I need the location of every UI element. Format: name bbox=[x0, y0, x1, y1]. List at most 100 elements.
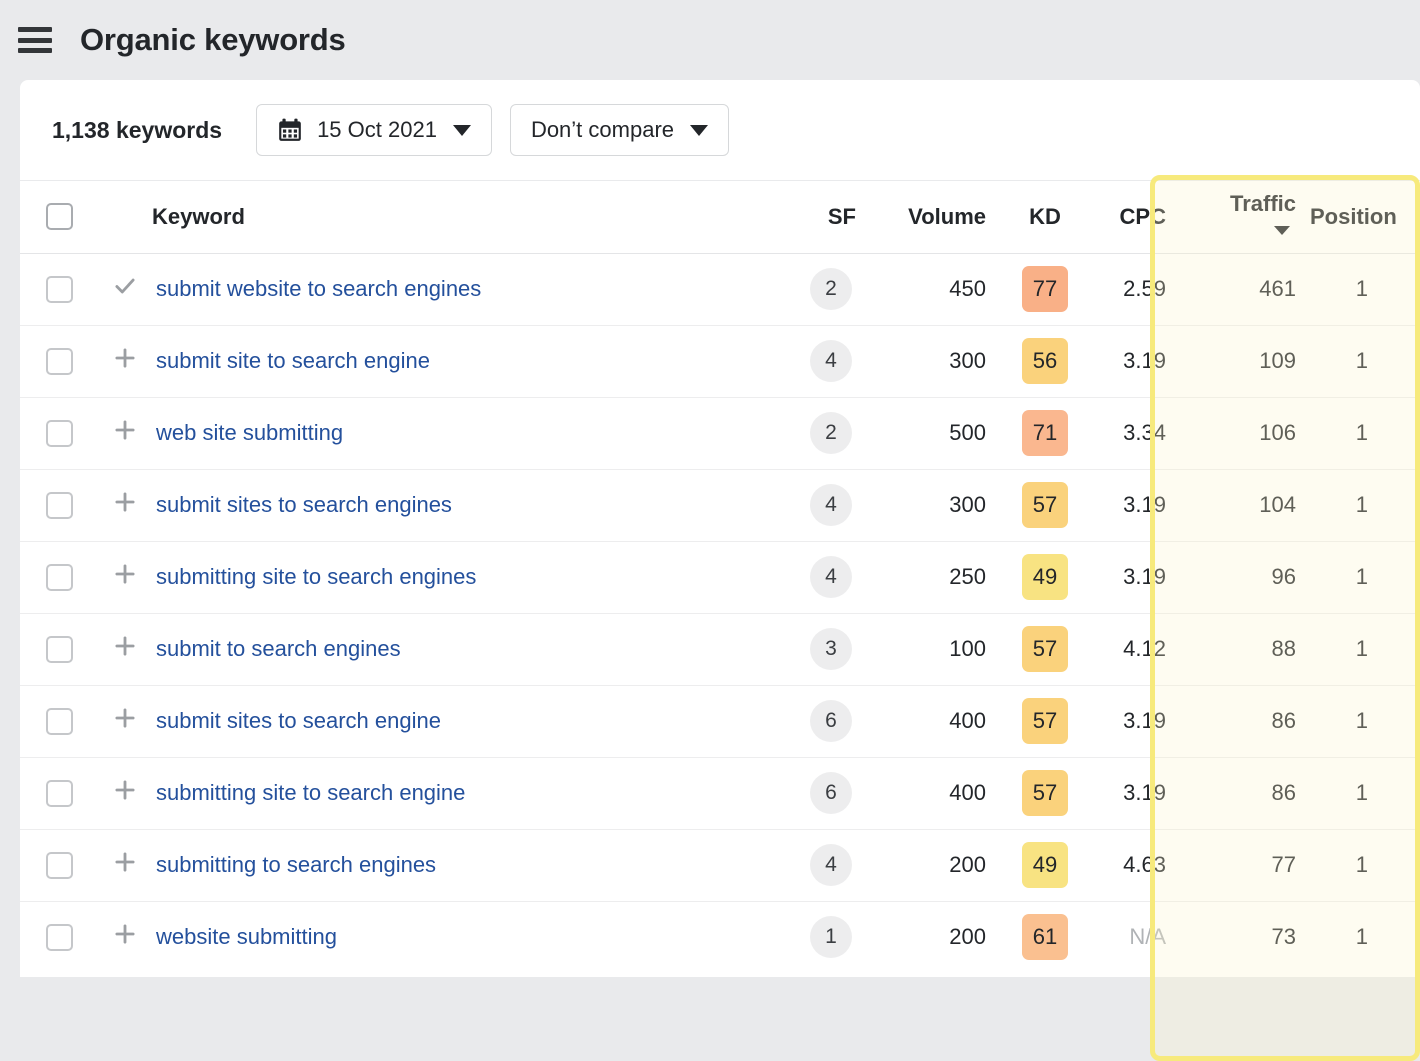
row-checkbox[interactable] bbox=[46, 492, 73, 519]
cpc-cell: 3.19 bbox=[1090, 325, 1180, 397]
table-row: submit sites to search engines4300573.19… bbox=[20, 469, 1420, 541]
keyword-link[interactable]: website submitting bbox=[156, 924, 337, 949]
sf-badge: 3 bbox=[810, 628, 852, 670]
row-checkbox[interactable] bbox=[46, 924, 73, 951]
volume-cell: 200 bbox=[870, 829, 1000, 901]
traffic-cell: 88 bbox=[1180, 613, 1310, 685]
keyword-link[interactable]: submit to search engines bbox=[156, 636, 401, 661]
cpc-cell: N/A bbox=[1090, 901, 1180, 973]
row-select-cell bbox=[20, 901, 98, 973]
row-select-cell bbox=[20, 757, 98, 829]
keyword-link[interactable]: submit site to search engine bbox=[156, 348, 430, 373]
kd-cell: 57 bbox=[1000, 613, 1090, 685]
select-all-cell bbox=[20, 181, 98, 253]
row-action-cell bbox=[98, 397, 152, 469]
keywords-table: Keyword SF Volume KD CPC Traffic Positio… bbox=[20, 181, 1420, 973]
keyword-link[interactable]: submit sites to search engine bbox=[156, 708, 441, 733]
kd-cell: 57 bbox=[1000, 685, 1090, 757]
keyword-link[interactable]: submit website to search engines bbox=[156, 276, 481, 301]
cpc-cell: 3.19 bbox=[1090, 541, 1180, 613]
date-picker-button[interactable]: 15 Oct 2021 bbox=[256, 104, 492, 156]
volume-cell: 250 bbox=[870, 541, 1000, 613]
plus-icon[interactable] bbox=[112, 489, 138, 521]
keywords-card: 1,138 keywords 15 Oct 2021 bbox=[20, 80, 1420, 977]
volume-cell: 500 bbox=[870, 397, 1000, 469]
sf-cell: 6 bbox=[792, 757, 870, 829]
kd-cell: 57 bbox=[1000, 469, 1090, 541]
keyword-link[interactable]: web site submitting bbox=[156, 420, 343, 445]
row-action-cell bbox=[98, 685, 152, 757]
app-header: Organic keywords bbox=[0, 0, 1420, 80]
cpc-cell: 3.19 bbox=[1090, 757, 1180, 829]
column-header-position[interactable]: Position bbox=[1310, 181, 1420, 253]
plus-icon[interactable] bbox=[112, 417, 138, 449]
row-checkbox[interactable] bbox=[46, 276, 73, 303]
kd-cell: 49 bbox=[1000, 829, 1090, 901]
row-checkbox[interactable] bbox=[46, 564, 73, 591]
plus-icon[interactable] bbox=[112, 705, 138, 737]
keyword-link[interactable]: submitting to search engines bbox=[156, 852, 436, 877]
row-action-cell bbox=[98, 757, 152, 829]
plus-icon[interactable] bbox=[112, 633, 138, 665]
row-checkbox[interactable] bbox=[46, 420, 73, 447]
kd-badge: 57 bbox=[1022, 482, 1068, 528]
row-select-cell bbox=[20, 685, 98, 757]
traffic-cell: 104 bbox=[1180, 469, 1310, 541]
chevron-down-icon bbox=[690, 125, 708, 136]
column-header-volume[interactable]: Volume bbox=[870, 181, 1000, 253]
row-checkbox[interactable] bbox=[46, 636, 73, 663]
kd-cell: 56 bbox=[1000, 325, 1090, 397]
column-header-keyword[interactable]: Keyword bbox=[152, 181, 792, 253]
plus-icon[interactable] bbox=[112, 345, 138, 377]
sf-cell: 2 bbox=[792, 397, 870, 469]
column-header-kd[interactable]: KD bbox=[1000, 181, 1090, 253]
position-cell: 1 bbox=[1310, 253, 1420, 325]
row-select-cell bbox=[20, 253, 98, 325]
table-row: web site submitting2500713.341061 bbox=[20, 397, 1420, 469]
column-header-traffic[interactable]: Traffic bbox=[1180, 181, 1310, 253]
keyword-cell: submit website to search engines bbox=[152, 253, 792, 325]
row-select-cell bbox=[20, 541, 98, 613]
table-row: submit sites to search engine6400573.198… bbox=[20, 685, 1420, 757]
row-checkbox[interactable] bbox=[46, 348, 73, 375]
row-select-cell bbox=[20, 613, 98, 685]
sf-badge: 4 bbox=[810, 484, 852, 526]
sf-cell: 4 bbox=[792, 541, 870, 613]
table-row: submit website to search engines2450772.… bbox=[20, 253, 1420, 325]
select-all-checkbox[interactable] bbox=[46, 203, 73, 230]
column-header-cpc[interactable]: CPC bbox=[1090, 181, 1180, 253]
plus-icon[interactable] bbox=[112, 921, 138, 953]
volume-cell: 400 bbox=[870, 757, 1000, 829]
column-header-sf[interactable]: SF bbox=[792, 181, 870, 253]
cpc-cell: 3.19 bbox=[1090, 685, 1180, 757]
kd-badge: 57 bbox=[1022, 698, 1068, 744]
sf-cell: 4 bbox=[792, 829, 870, 901]
table-header: Keyword SF Volume KD CPC Traffic Positio… bbox=[20, 181, 1420, 253]
plus-icon[interactable] bbox=[112, 777, 138, 809]
volume-cell: 200 bbox=[870, 901, 1000, 973]
compare-button[interactable]: Don’t compare bbox=[510, 104, 729, 156]
sf-badge: 1 bbox=[810, 916, 852, 958]
plus-icon[interactable] bbox=[112, 561, 138, 593]
row-checkbox[interactable] bbox=[46, 780, 73, 807]
plus-icon[interactable] bbox=[112, 849, 138, 881]
traffic-cell: 461 bbox=[1180, 253, 1310, 325]
check-icon[interactable] bbox=[112, 273, 138, 305]
traffic-cell: 86 bbox=[1180, 685, 1310, 757]
sf-cell: 3 bbox=[792, 613, 870, 685]
row-checkbox[interactable] bbox=[46, 852, 73, 879]
table-header-row: Keyword SF Volume KD CPC Traffic Positio… bbox=[20, 181, 1420, 253]
row-checkbox[interactable] bbox=[46, 708, 73, 735]
traffic-cell: 73 bbox=[1180, 901, 1310, 973]
traffic-cell: 86 bbox=[1180, 757, 1310, 829]
position-cell: 1 bbox=[1310, 325, 1420, 397]
table-body: submit website to search engines2450772.… bbox=[20, 253, 1420, 973]
volume-cell: 100 bbox=[870, 613, 1000, 685]
kd-badge: 49 bbox=[1022, 842, 1068, 888]
sf-badge: 4 bbox=[810, 340, 852, 382]
hamburger-icon[interactable] bbox=[18, 27, 52, 53]
keyword-link[interactable]: submitting site to search engines bbox=[156, 564, 476, 589]
table-row: submit to search engines3100574.12881 bbox=[20, 613, 1420, 685]
keyword-link[interactable]: submitting site to search engine bbox=[156, 780, 465, 805]
keyword-link[interactable]: submit sites to search engines bbox=[156, 492, 452, 517]
